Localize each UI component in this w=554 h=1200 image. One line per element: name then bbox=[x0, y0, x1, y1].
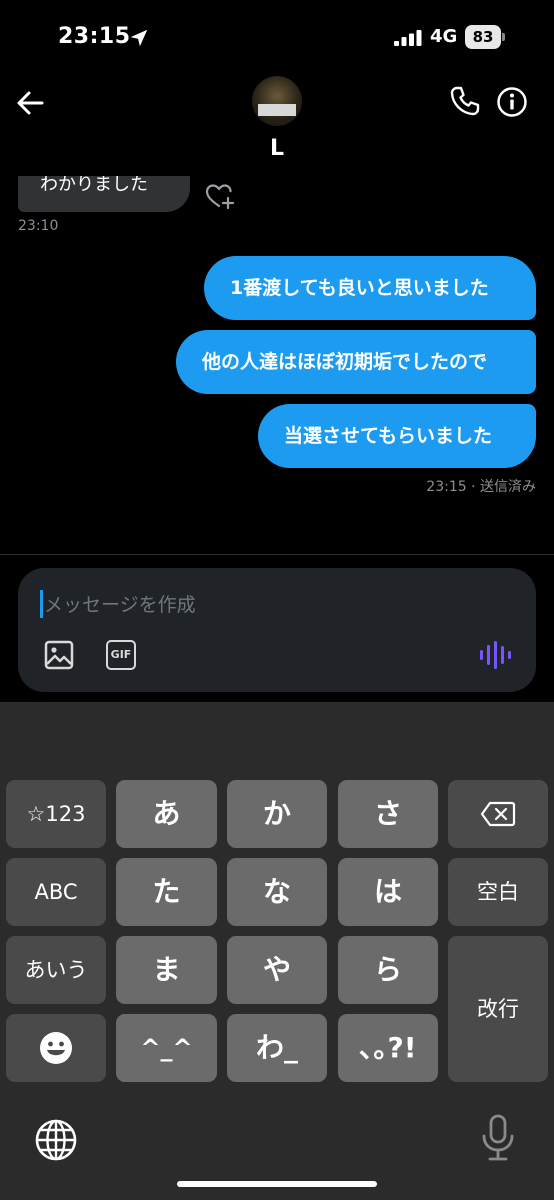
key-punctuation[interactable]: ､｡?! bbox=[338, 1014, 438, 1082]
key-wa[interactable]: わ_ bbox=[227, 1014, 327, 1082]
battery-cap bbox=[502, 33, 505, 41]
key-emoji[interactable] bbox=[6, 1014, 106, 1082]
microphone-icon[interactable] bbox=[480, 1114, 516, 1162]
message-list[interactable]: わかりました 23:10 1番渡しても良いと思いました 他の人達はほぼ初期垢でし… bbox=[0, 146, 554, 554]
key-kana[interactable]: あいう bbox=[6, 936, 106, 1004]
avatar-image-detail bbox=[258, 104, 296, 116]
message-input[interactable] bbox=[44, 590, 484, 620]
voice-message-icon[interactable] bbox=[478, 640, 512, 670]
battery-level: 83 bbox=[465, 25, 501, 49]
status-bar: 23:15 4G 83 bbox=[0, 0, 554, 80]
phone-icon[interactable] bbox=[448, 84, 482, 118]
backspace-icon bbox=[480, 801, 516, 827]
key-a[interactable]: あ bbox=[116, 780, 217, 848]
composer-divider bbox=[0, 554, 554, 555]
key-symbols[interactable]: ☆123 bbox=[6, 780, 106, 848]
outgoing-message-bubble[interactable]: 当選させてもらいました bbox=[258, 404, 536, 468]
key-backspace[interactable] bbox=[448, 780, 548, 848]
incoming-message-time: 23:10 bbox=[18, 218, 59, 234]
key-ta[interactable]: た bbox=[116, 858, 217, 926]
key-na[interactable]: な bbox=[227, 858, 327, 926]
outgoing-message-status: 23:15 · 送信済み bbox=[426, 479, 536, 495]
gif-button[interactable]: GIF bbox=[106, 640, 136, 670]
outgoing-message-bubble[interactable]: 1番渡しても良いと思いました bbox=[204, 256, 536, 320]
key-abc[interactable]: ABC bbox=[6, 858, 106, 926]
back-arrow-icon[interactable] bbox=[14, 86, 48, 120]
emoji-icon bbox=[40, 1032, 72, 1064]
globe-icon[interactable] bbox=[34, 1118, 78, 1162]
image-icon[interactable] bbox=[44, 640, 74, 670]
add-reaction-icon[interactable] bbox=[204, 182, 236, 210]
key-ha[interactable]: は bbox=[338, 858, 438, 926]
contact-name[interactable]: L bbox=[0, 136, 554, 161]
info-icon[interactable] bbox=[496, 86, 528, 118]
key-sa[interactable]: さ bbox=[338, 780, 438, 848]
outgoing-message-bubble[interactable]: 他の人達はほぼ初期垢でしたので bbox=[176, 330, 536, 394]
key-ka[interactable]: か bbox=[227, 780, 327, 848]
message-composer: GIF bbox=[18, 568, 536, 692]
battery-icon: 83 bbox=[465, 25, 507, 49]
key-kaomoji[interactable]: ^_^ bbox=[116, 1014, 217, 1082]
status-time: 23:15 bbox=[58, 24, 131, 49]
avatar[interactable] bbox=[252, 76, 302, 126]
key-ma[interactable]: ま bbox=[116, 936, 217, 1004]
signal-icon bbox=[394, 30, 422, 46]
key-ra[interactable]: ら bbox=[338, 936, 438, 1004]
key-enter[interactable]: 改行 bbox=[448, 936, 548, 1082]
home-indicator[interactable] bbox=[177, 1181, 377, 1187]
chat-header: L bbox=[0, 70, 554, 176]
key-ya[interactable]: や bbox=[227, 936, 327, 1004]
text-caret bbox=[40, 590, 43, 618]
network-type: 4G bbox=[430, 26, 458, 47]
location-arrow-icon bbox=[130, 29, 148, 47]
key-space[interactable]: 空白 bbox=[448, 858, 548, 926]
keyboard: ☆123 あ か さ ABC た な は 空白 あいう ま や ら 改行 ^_^… bbox=[0, 702, 554, 1200]
